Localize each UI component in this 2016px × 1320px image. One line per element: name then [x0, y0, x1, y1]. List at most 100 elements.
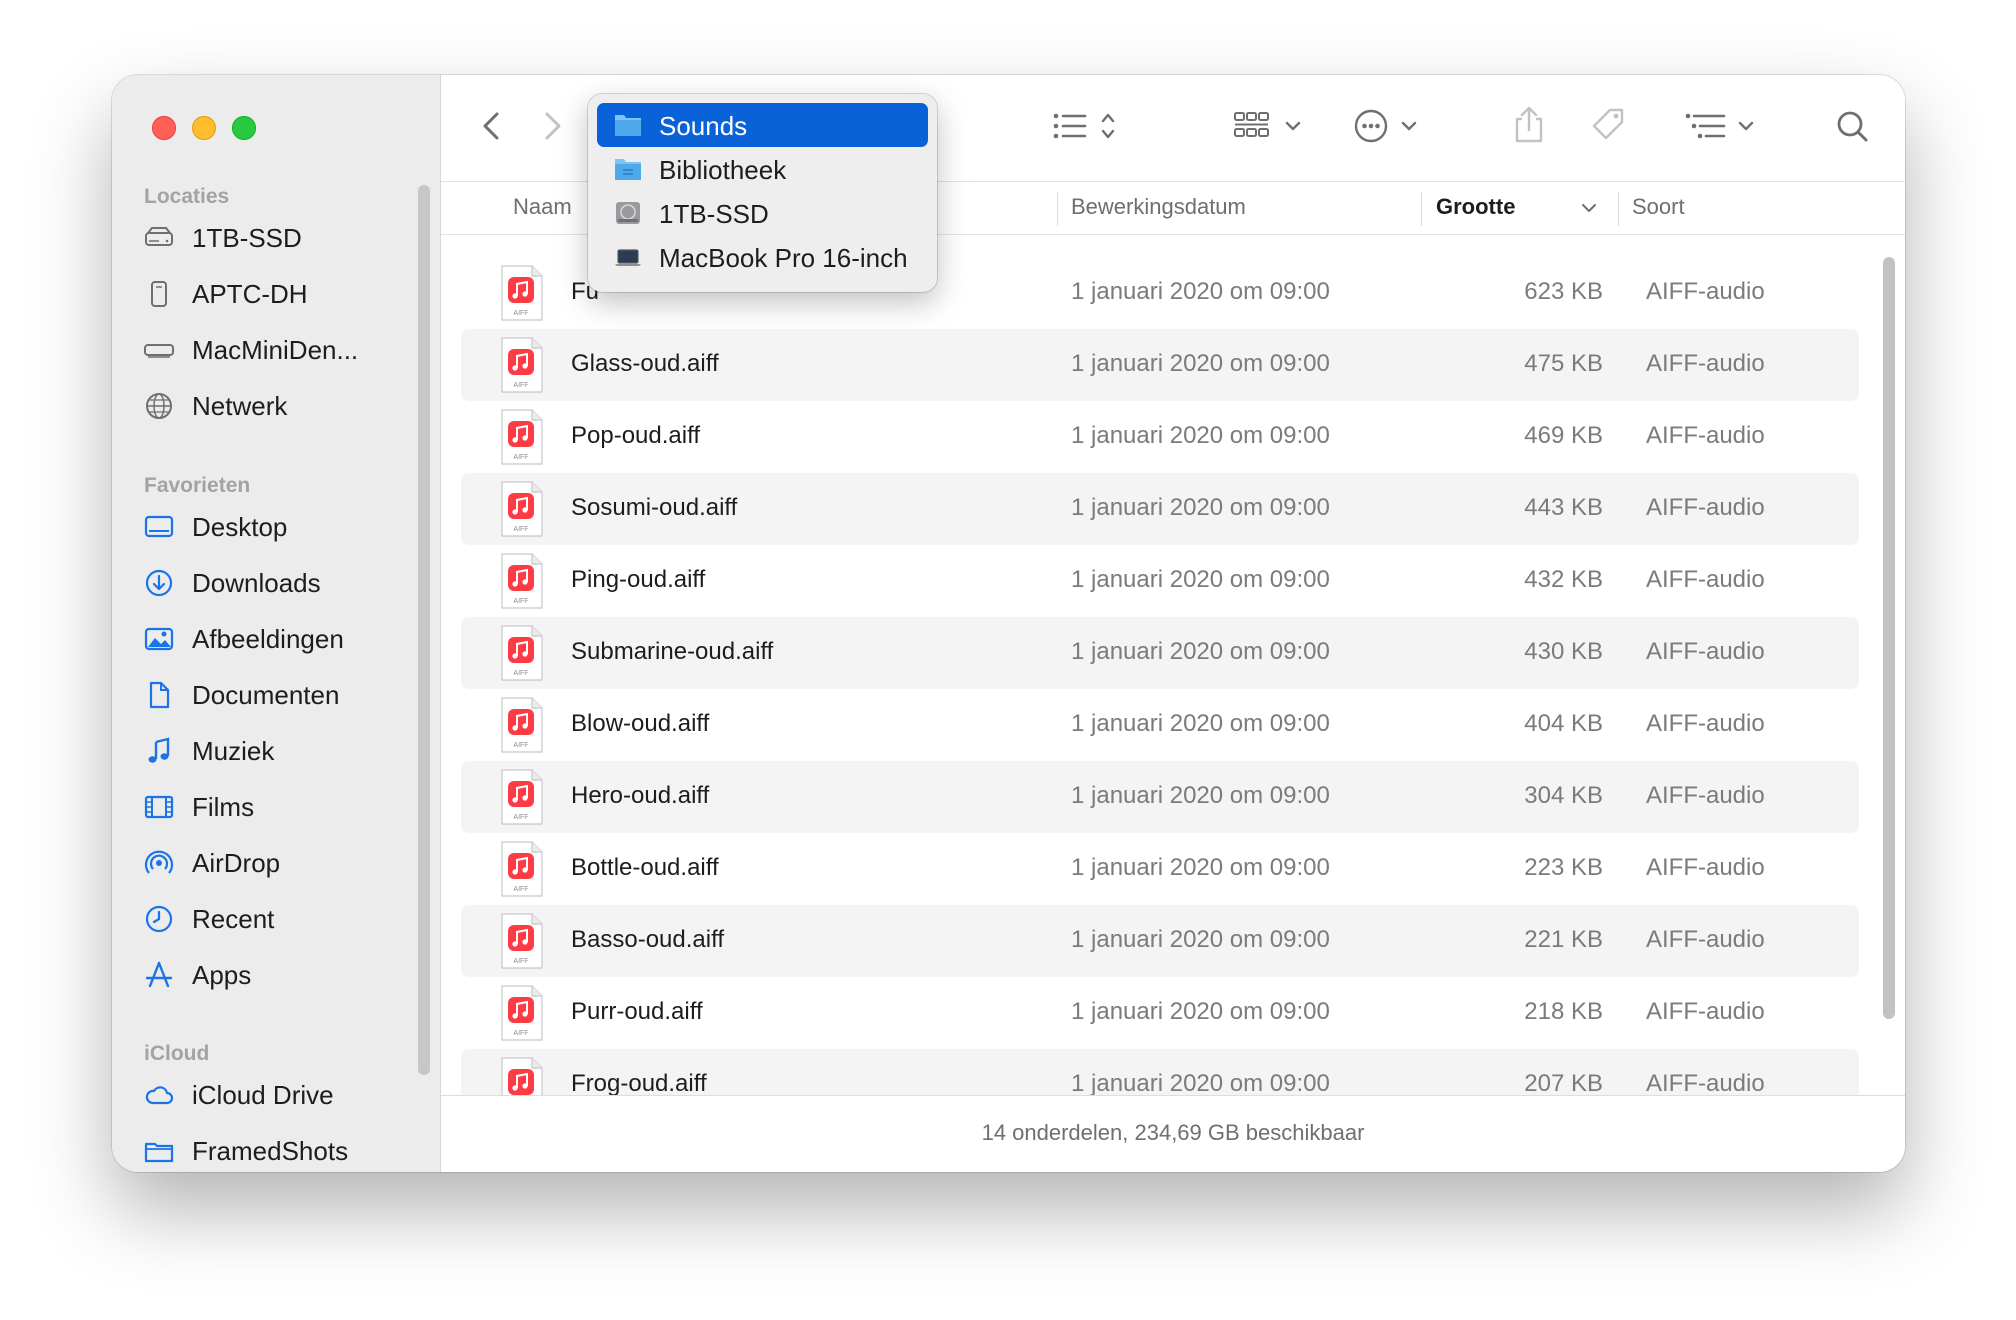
- sidebar-item-label: Recent: [192, 904, 275, 934]
- aiff-file-icon: AIFF: [499, 697, 545, 753]
- sidebar-item-netwerk[interactable]: Netwerk: [144, 381, 412, 431]
- file-kind: AIFF-audio: [1646, 494, 1765, 521]
- zoom-button[interactable]: [232, 116, 256, 140]
- file-name: Sosumi-oud.aiff: [571, 494, 738, 521]
- sidebar-item-label: Desktop: [192, 512, 288, 542]
- file-size: 623 KB: [1524, 278, 1603, 305]
- column-divider[interactable]: [1618, 192, 1619, 226]
- sidebar-item-label: Films: [192, 792, 255, 822]
- file-size: 404 KB: [1524, 710, 1603, 737]
- table-row[interactable]: AIFF Submarine-oud.aiff 1 januari 2020 om …: [461, 617, 1859, 689]
- aiff-file-icon: AIFF: [499, 409, 545, 465]
- sidebar-item-downloads[interactable]: Downloads: [144, 558, 412, 608]
- file-size: 475 KB: [1524, 350, 1603, 377]
- file-icon-badge: AIFF: [513, 382, 528, 389]
- column-header-kind[interactable]: Soort: [1632, 194, 1685, 220]
- file-kind: AIFF-audio: [1646, 566, 1765, 593]
- sidebar-item-framedshots[interactable]: FramedShots: [144, 1126, 412, 1172]
- status-bar: 14 onderdelen, 234,69 GB beschikbaar: [441, 1095, 1905, 1172]
- file-date: 1 januari 2020 om 09:00: [1071, 782, 1330, 809]
- table-row[interactable]: AIFF Ping-oud.aiff 1 januari 2020 om 09:00…: [461, 545, 1859, 617]
- path-menu-item-1tb-ssd[interactable]: 1TB-SSD: [597, 191, 928, 235]
- table-row[interactable]: AIFF Purr-oud.aiff 1 januari 2020 om 09:00…: [461, 977, 1859, 1049]
- close-button[interactable]: [152, 116, 176, 140]
- sidebar-item-films[interactable]: Films: [144, 782, 412, 832]
- sidebar-item-afbeeldingen[interactable]: Afbeeldingen: [144, 614, 412, 664]
- sidebar-item-muziek[interactable]: Muziek: [144, 726, 412, 776]
- sidebar-item-recent[interactable]: Recent: [144, 894, 412, 944]
- sidebar-item-aptc-dh[interactable]: APTC-DH: [144, 269, 412, 319]
- internal-drive-icon: [614, 200, 642, 226]
- table-row[interactable]: AIFF Bottle-oud.aiff 1 januari 2020 om 09:…: [461, 833, 1859, 905]
- tag-icon[interactable]: [1586, 101, 1630, 151]
- aiff-file-icon: AIFF: [499, 841, 545, 897]
- minimize-button[interactable]: [192, 116, 216, 140]
- table-row[interactable]: AIFF Glass-oud.aiff 1 januari 2020 om 09:0…: [461, 329, 1859, 401]
- column-header-date[interactable]: Bewerkingsdatum: [1071, 194, 1246, 220]
- table-row[interactable]: AIFF Hero-oud.aiff 1 januari 2020 om 09:00…: [461, 761, 1859, 833]
- search-icon[interactable]: [1833, 101, 1873, 151]
- share-icon[interactable]: [1509, 101, 1549, 151]
- more-icon[interactable]: [1353, 101, 1423, 151]
- file-kind: AIFF-audio: [1646, 998, 1765, 1025]
- aiff-file-icon: AIFF: [499, 913, 545, 969]
- sidebar-item-label: MacMiniDen...: [192, 335, 359, 365]
- file-date: 1 januari 2020 om 09:00: [1071, 854, 1330, 881]
- file-name: Submarine-oud.aiff: [571, 638, 774, 665]
- column-header-name[interactable]: Naam: [513, 194, 572, 220]
- file-icon-badge: AIFF: [513, 958, 528, 965]
- file-name: Purr-oud.aiff: [571, 998, 703, 1025]
- file-date: 1 januari 2020 om 09:00: [1071, 638, 1330, 665]
- file-size: 218 KB: [1524, 998, 1603, 1025]
- column-header-size[interactable]: Grootte: [1436, 194, 1515, 220]
- sidebar-item-label: Downloads: [192, 568, 321, 598]
- file-icon-badge: AIFF: [513, 814, 528, 821]
- group-icon[interactable]: [1233, 101, 1305, 151]
- sidebar-item-airdrop[interactable]: AirDrop: [144, 838, 412, 888]
- sidebar-item-desktop[interactable]: Desktop: [144, 502, 412, 552]
- file-icon-badge: AIFF: [513, 454, 528, 461]
- file-icon-badge: AIFF: [513, 670, 528, 677]
- forward-icon[interactable]: [537, 101, 567, 151]
- folder-icon: [144, 1136, 174, 1166]
- list-view-icon[interactable]: [1051, 101, 1121, 151]
- table-row[interactable]: AIFF Frog-oud.aiff 1 januari 2020 om 09:00…: [461, 1049, 1859, 1095]
- file-icon-badge: AIFF: [513, 598, 528, 605]
- file-name: Pop-oud.aiff: [571, 422, 700, 449]
- sidebar-scrollbar[interactable]: [418, 185, 430, 1075]
- sidebar-item-apps[interactable]: Apps: [144, 950, 412, 1000]
- path-menu-item-label: MacBook Pro 16-inch: [659, 243, 908, 273]
- table-row[interactable]: AIFF Blow-oud.aiff 1 januari 2020 om 09:00…: [461, 689, 1859, 761]
- sidebar-item-macminiden[interactable]: MacMiniDen...: [144, 325, 412, 375]
- column-divider[interactable]: [1421, 192, 1422, 226]
- file-kind: AIFF-audio: [1646, 854, 1765, 881]
- sort-icon[interactable]: [1684, 101, 1760, 151]
- path-popup-menu: Sounds Bibliotheek 1TB-SSD MacBook Pro 1…: [588, 94, 937, 292]
- sidebar-item-label: Apps: [192, 960, 252, 990]
- path-menu-item-label: Sounds: [659, 111, 748, 141]
- network-globe-icon: [144, 391, 174, 421]
- file-list-scrollbar[interactable]: [1883, 257, 1895, 1019]
- path-menu-item-label: Bibliotheek: [659, 155, 787, 185]
- file-date: 1 januari 2020 om 09:00: [1071, 350, 1330, 377]
- sidebar-item-label: Documenten: [192, 680, 340, 710]
- table-row[interactable]: AIFF Basso-oud.aiff 1 januari 2020 om 09:0…: [461, 905, 1859, 977]
- mac-mini-icon: [144, 335, 174, 365]
- table-row[interactable]: AIFF Pop-oud.aiff 1 januari 2020 om 09:00 4…: [461, 401, 1859, 473]
- path-menu-item-sounds[interactable]: Sounds: [597, 103, 928, 147]
- back-icon[interactable]: [477, 101, 507, 151]
- file-name: Ping-oud.aiff: [571, 566, 706, 593]
- internal-drive-icon: [144, 223, 174, 253]
- file-size: 223 KB: [1524, 854, 1603, 881]
- sidebar-item-1tb-ssd[interactable]: 1TB-SSD: [144, 213, 412, 263]
- file-name: Bottle-oud.aiff: [571, 854, 719, 881]
- chevron-down-icon: [1579, 196, 1599, 225]
- column-divider[interactable]: [1057, 192, 1058, 226]
- file-list: AIFF Fu 1 januari 2020 om 09:00 623 KB AIFF-…: [441, 235, 1905, 1095]
- sidebar-item-icloud-drive[interactable]: iCloud Drive: [144, 1070, 412, 1120]
- table-row[interactable]: AIFF Sosumi-oud.aiff 1 januari 2020 om 09:…: [461, 473, 1859, 545]
- apps-icon: [144, 960, 174, 990]
- path-menu-item-macbook-pro[interactable]: MacBook Pro 16-inch: [597, 235, 928, 279]
- sidebar-item-documenten[interactable]: Documenten: [144, 670, 412, 720]
- path-menu-item-bibliotheek[interactable]: Bibliotheek: [597, 147, 928, 191]
